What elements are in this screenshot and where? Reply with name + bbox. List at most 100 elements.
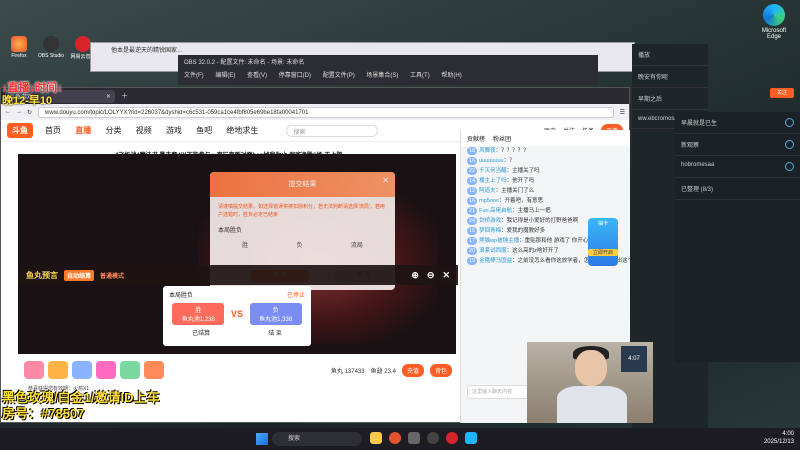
- nav-pubg[interactable]: 绝地求生: [226, 126, 258, 135]
- game-row[interactable]: 新观察: [675, 134, 800, 156]
- forward-icon[interactable]: →: [16, 109, 22, 115]
- obs-menu-item[interactable]: 工具(T): [410, 73, 430, 79]
- obs-title: OBS 32.0.2 - 配置文件: 未命名 - 场景: 未命名: [184, 60, 305, 66]
- add-icon[interactable]: ⊕: [411, 270, 419, 281]
- chat-text: ？: [509, 158, 515, 164]
- chat-username[interactable]: mp5ooo: [479, 198, 499, 204]
- chat-message: 12 阿道夫：主播关门了么: [467, 187, 535, 195]
- chat-username[interactable]: 剑桥游戏: [479, 218, 501, 224]
- edge-desktop-icon[interactable]: Microsoft Edge: [756, 4, 792, 40]
- chat-message: 16 uuuuuuuu：？: [467, 157, 515, 165]
- lottery-widget[interactable]: 抽卡 立即开启: [588, 218, 618, 266]
- option-win[interactable]: 胜: [242, 240, 248, 249]
- chat-username[interactable]: uuuuuuuu: [479, 158, 503, 164]
- chat-username[interactable]: 阿道夫: [479, 188, 496, 194]
- stream-time-overlay: ↓直播↓时间↓ 晚12-早10: [2, 82, 63, 107]
- gift-item[interactable]: [144, 361, 164, 379]
- check-icon[interactable]: [785, 140, 794, 149]
- firefox-icon[interactable]: [389, 432, 401, 444]
- close-icon[interactable]: ✕: [106, 93, 111, 100]
- douyu-nav: 首页 直播 分类 视频 游戏 鱼吧 绝地求生: [39, 125, 264, 136]
- option-lose[interactable]: 负: [296, 240, 302, 249]
- close-icon[interactable]: ✕: [442, 270, 450, 281]
- douyu-logo[interactable]: 斗鱼: [7, 123, 33, 138]
- firefox-desktop-icon[interactable]: Firefox: [2, 36, 36, 59]
- webcam-overlay: 4:07: [527, 342, 653, 423]
- app-icon[interactable]: [408, 432, 420, 444]
- backpack-button[interactable]: 背包: [429, 363, 452, 377]
- obs-window[interactable]: OBS 32.0.2 - 配置文件: 未命名 - 场景: 未命名 文件(F) 编…: [178, 55, 598, 85]
- tab-contribution[interactable]: 贡献榜: [467, 134, 485, 143]
- vote-options: 胜 鱼丸池1,238 VS 负 鱼丸池1,338: [163, 303, 311, 325]
- reload-icon[interactable]: ↻: [27, 109, 32, 116]
- obs-menu-item[interactable]: 停靠窗口(D): [279, 73, 311, 79]
- close-icon[interactable]: ✕: [382, 176, 389, 185]
- follow-button[interactable]: 关注: [770, 88, 794, 98]
- gift-item[interactable]: [72, 361, 92, 379]
- check-icon[interactable]: [785, 162, 794, 171]
- vote-lose-card[interactable]: 负 鱼丸池1,338: [249, 303, 302, 325]
- chat-username[interactable]: Fun.高佬启航: [479, 208, 512, 214]
- level-badge: 18: [467, 147, 478, 155]
- search-input[interactable]: 搜索: [286, 124, 379, 137]
- obs-menu-item[interactable]: 查看(V): [247, 73, 267, 79]
- file-explorer-icon[interactable]: [370, 432, 382, 444]
- sidebar-item[interactable]: 播放: [632, 44, 708, 66]
- taskbar-search[interactable]: 搜索: [272, 432, 362, 446]
- obs-desktop-icon[interactable]: OBS Studio: [34, 36, 68, 59]
- chat-username[interactable]: 楼主上了吗: [479, 178, 507, 184]
- chat-text: 他开了吗: [512, 178, 535, 184]
- start-icon[interactable]: [256, 433, 268, 445]
- netease-icon[interactable]: [446, 432, 458, 444]
- system-clock[interactable]: 4:00 2025/12/13: [764, 430, 794, 446]
- end-button[interactable]: 结 束: [268, 328, 282, 337]
- new-tab-icon[interactable]: ＋: [121, 91, 128, 101]
- gift-bar: 鱼丸 137433 鱼翅 23.4 充值 背包: [18, 355, 458, 385]
- sidebar-item[interactable]: 早期之后: [632, 88, 708, 110]
- minimize-icon[interactable]: ⊖: [427, 270, 435, 281]
- chat-text: 我记得是小爱好的打野爸爸啊: [506, 218, 579, 224]
- obs-menu-item[interactable]: 场景集合(S): [366, 73, 398, 79]
- obs-menu-item[interactable]: 文件(F): [184, 73, 204, 79]
- gift-item[interactable]: [24, 361, 44, 379]
- sidebar-item[interactable]: 晚安有你呢: [632, 66, 708, 88]
- gift-item[interactable]: [48, 361, 68, 379]
- vote-title: 本局胜负: [169, 293, 194, 299]
- chat-username[interactable]: 熊猫wp被锤主播: [479, 238, 519, 244]
- check-icon[interactable]: [785, 118, 794, 127]
- game-row[interactable]: 早晨就是已生: [675, 112, 800, 134]
- nav-game[interactable]: 游戏: [166, 126, 182, 135]
- obs-menu-item[interactable]: 配置文件(P): [323, 73, 355, 79]
- tab-fans[interactable]: 粉丝团: [493, 134, 511, 143]
- game-row[interactable]: 已整理 (8/3): [675, 178, 800, 200]
- chat-username[interactable]: 风舞夜: [479, 148, 496, 154]
- edge-icon[interactable]: [465, 432, 477, 444]
- nav-category[interactable]: 分类: [105, 126, 121, 135]
- nav-video[interactable]: 视频: [136, 126, 152, 135]
- vs-label: VS: [230, 309, 243, 319]
- extensions-icon[interactable]: ☰: [620, 109, 625, 116]
- nav-home[interactable]: 首页: [45, 126, 61, 135]
- obs-icon[interactable]: [427, 432, 439, 444]
- vote-win-card[interactable]: 胜 鱼丸池1,238: [172, 303, 225, 325]
- dialog-text: 请谨慎提交结果，如选择错误将被扣除积分；若无法判断请选择'流局'，若用户选错时，…: [218, 204, 385, 218]
- url-input[interactable]: www.douyu.com/topic/LOLYYX?rid=226037&dy…: [38, 106, 614, 118]
- obs-menu-item[interactable]: 编辑(E): [215, 73, 235, 79]
- option-void[interactable]: 流局: [351, 240, 363, 249]
- obs-menu-item[interactable]: 帮助(H): [441, 73, 461, 79]
- chat-username[interactable]: 滚紧试西服: [479, 248, 507, 254]
- chat-username[interactable]: 梦回青梅: [479, 228, 501, 234]
- back-icon[interactable]: ←: [5, 109, 11, 115]
- game-row[interactable]: hobromesaa: [675, 156, 800, 178]
- gift-item[interactable]: [120, 361, 140, 379]
- mode-label[interactable]: 普通模式: [100, 271, 124, 280]
- charge-button[interactable]: 充值: [401, 363, 424, 377]
- chat-username[interactable]: 金箍棒马国益: [479, 258, 512, 264]
- nav-live[interactable]: 直播: [75, 126, 91, 135]
- nav-yuba[interactable]: 鱼吧: [196, 126, 212, 135]
- gift-item[interactable]: [96, 361, 116, 379]
- chat-username[interactable]: 千灭何当醒: [479, 168, 507, 174]
- level-badge: 17: [467, 237, 478, 245]
- chat-text: 爱我的魔教好多: [506, 228, 546, 234]
- dialog-label: 本局胜负: [218, 228, 243, 234]
